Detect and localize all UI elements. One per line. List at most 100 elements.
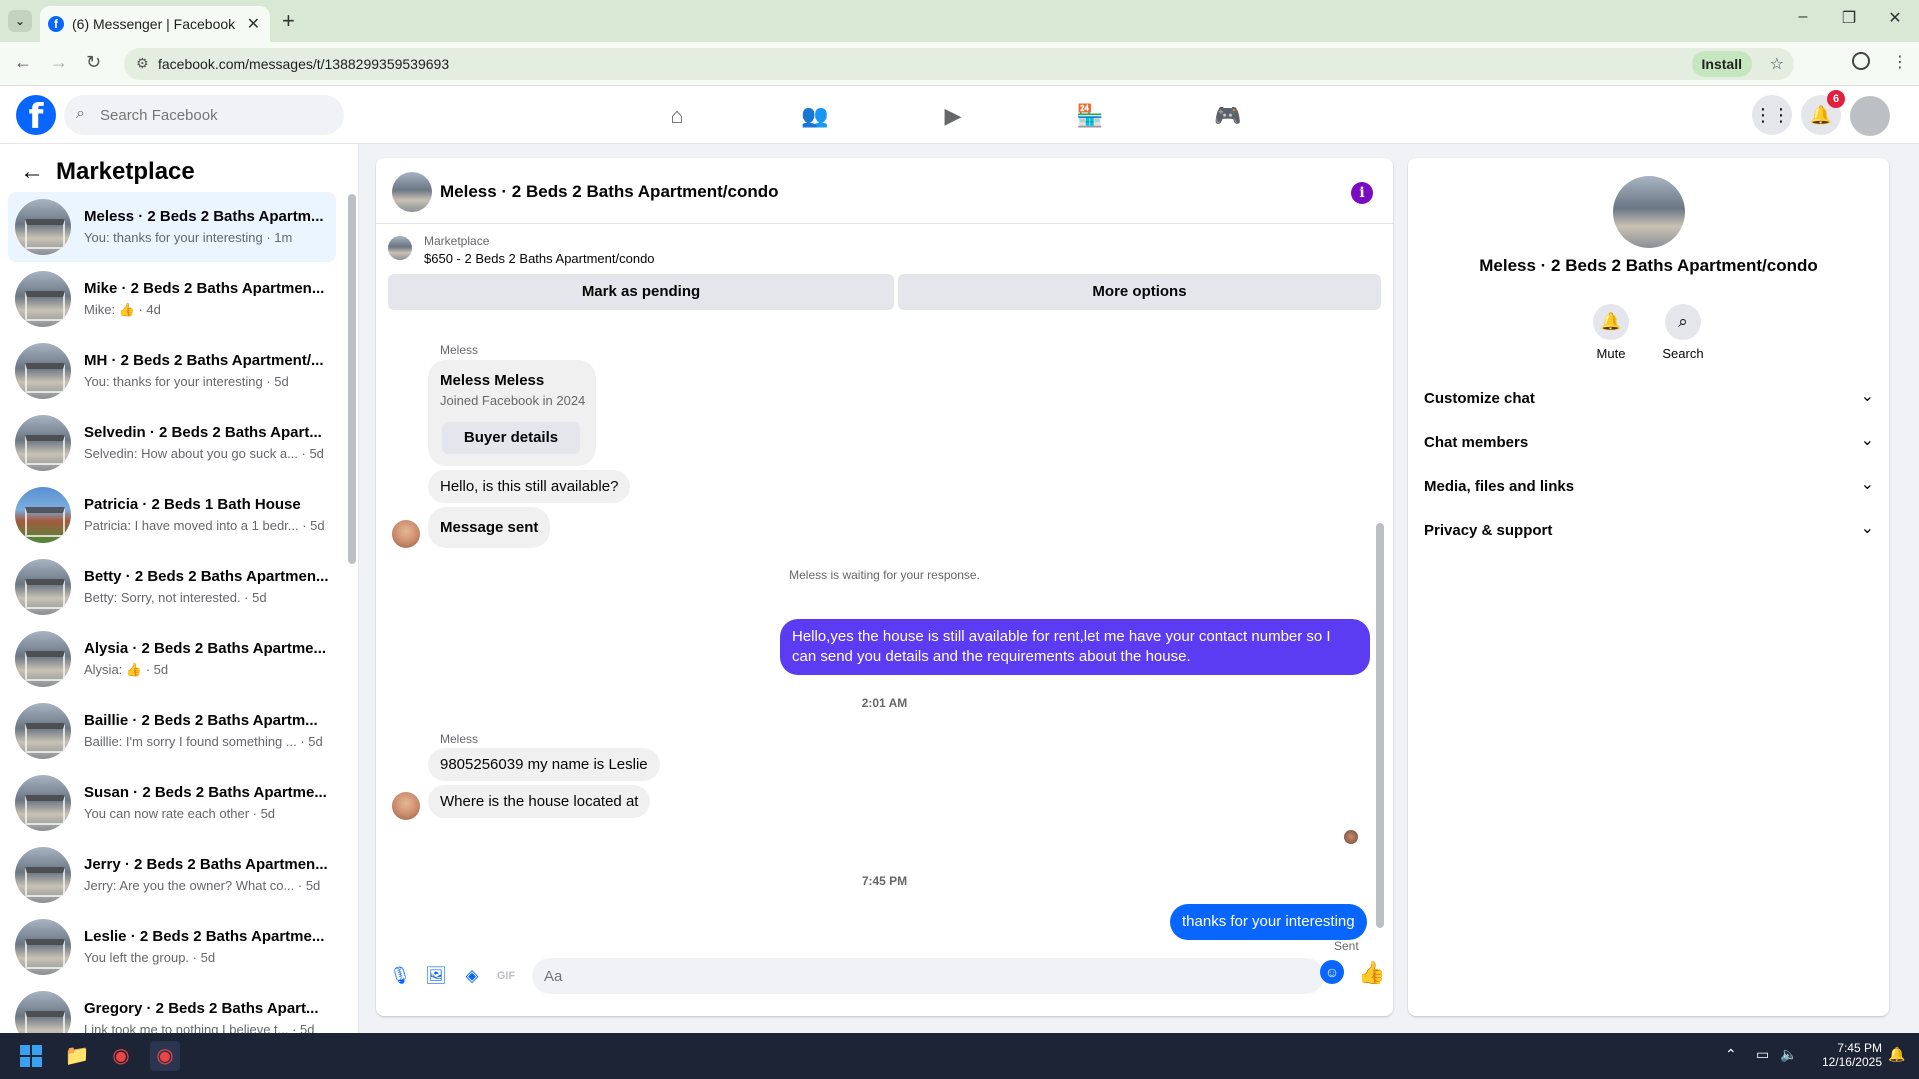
volume-icon[interactable]: 🔈 — [1780, 1046, 1797, 1063]
more-options-button[interactable]: More options — [898, 274, 1381, 310]
mute-button[interactable]: 🔔 Mute — [1576, 304, 1646, 361]
clock-date: 12/16/2025 — [1821, 1055, 1882, 1069]
gif-icon[interactable]: GIF — [494, 964, 518, 988]
minimize-button[interactable]: – — [1780, 8, 1826, 26]
conversation-item[interactable]: Betty · 2 Beds 2 Baths Apartmen... Betty… — [8, 552, 336, 622]
conversation-item[interactable]: Meless · 2 Beds 2 Baths Apartm... You: t… — [8, 192, 336, 262]
mark-as-pending-button[interactable]: Mark as pending — [388, 274, 894, 310]
tab-search-chevron-icon[interactable]: ⌄ — [8, 10, 32, 32]
avatar[interactable] — [392, 172, 432, 212]
avatar[interactable] — [392, 520, 420, 548]
video-icon[interactable]: ▶ — [933, 96, 973, 136]
incoming-message[interactable]: Hello, is this still available? — [428, 470, 631, 503]
chevron-down-icon: ⌄ — [1860, 432, 1874, 449]
conversation-preview: Baillie: I'm sorry I found something ...… — [84, 734, 323, 749]
conversation-preview: You can now rate each other · 5d — [84, 806, 276, 821]
emoji-icon[interactable]: ☺ — [1320, 960, 1344, 984]
chrome-profile-icon[interactable] — [1852, 52, 1870, 70]
incoming-message[interactable]: Message sent — [428, 507, 551, 548]
avatar[interactable] — [1613, 176, 1685, 248]
chrome-active-icon[interactable]: ◉ — [150, 1041, 180, 1071]
conversation-item[interactable]: Gregory · 2 Beds 2 Baths Apart... Link t… — [8, 984, 336, 1033]
conversation-item[interactable]: Jerry · 2 Beds 2 Baths Apartmen... Jerry… — [8, 840, 336, 910]
reload-button[interactable]: ↻ — [86, 52, 101, 73]
section-customize-chat[interactable]: Customize chat ⌄ — [1424, 382, 1874, 418]
notification-bell-icon[interactable]: 🔔 — [1888, 1046, 1905, 1063]
chat-title[interactable]: Meless · 2 Beds 2 Baths Apartment/condo — [440, 182, 779, 202]
search-input[interactable] — [100, 95, 330, 135]
incoming-message[interactable]: 9805256039 my name is Leslie — [428, 748, 660, 781]
info-icon[interactable]: i — [1351, 182, 1373, 204]
microphone-icon[interactable]: 🎙 — [388, 964, 412, 988]
clock[interactable]: 7:45 PM 12/16/2025 — [1820, 1041, 1882, 1069]
search-icon: ⌕ — [1665, 304, 1701, 340]
close-window-button[interactable]: ✕ — [1872, 8, 1918, 28]
forward-button[interactable]: → — [50, 52, 68, 73]
file-explorer-icon[interactable]: 📁 — [62, 1041, 92, 1071]
conversation-item[interactable]: Leslie · 2 Beds 2 Baths Apartme... You l… — [8, 912, 336, 982]
section-privacy-support[interactable]: Privacy & support ⌄ — [1424, 514, 1874, 550]
conversation-item[interactable]: Baillie · 2 Beds 2 Baths Apartm... Baill… — [8, 696, 336, 766]
network-icon[interactable]: ▭ — [1756, 1046, 1769, 1063]
conversation-item[interactable]: Alysia · 2 Beds 2 Baths Apartme... Alysi… — [8, 624, 336, 694]
like-icon[interactable]: 👍 — [1358, 960, 1385, 986]
marketplace-label: Marketplace — [424, 234, 490, 248]
listing-title[interactable]: $650 - 2 Beds 2 Baths Apartment/condo — [424, 251, 655, 266]
chevron-down-icon: ⌄ — [1860, 388, 1874, 405]
windows-start-icon[interactable] — [20, 1045, 42, 1067]
buyer-profile-card: Meless Meless Joined Facebook in 2024 Bu… — [428, 360, 596, 466]
avatar — [15, 271, 71, 327]
back-arrow-icon[interactable]: ← — [20, 158, 44, 186]
photo-icon[interactable]: 🖼 — [424, 964, 448, 988]
incoming-message[interactable]: Where is the house located at — [428, 785, 651, 818]
listing-thumbnail[interactable] — [388, 236, 412, 260]
outgoing-message[interactable]: Hello,yes the house is still available f… — [780, 619, 1370, 675]
avatar[interactable] — [392, 792, 420, 820]
conversation-list-panel: ← Marketplace Meless · 2 Beds 2 Baths Ap… — [0, 144, 359, 1033]
facebook-logo[interactable]: f — [16, 95, 56, 137]
search-box[interactable]: ⌕ — [64, 95, 344, 135]
new-tab-button[interactable]: + — [282, 8, 295, 34]
timestamp: 2:01 AM — [861, 696, 908, 710]
conversation-preview: You: thanks for your interesting · 1m — [84, 230, 293, 245]
sender-name: Meless — [440, 343, 479, 357]
buyer-details-button[interactable]: Buyer details — [442, 422, 580, 454]
address-bar[interactable]: ⚙ facebook.com/messages/t/13882993595396… — [124, 48, 1794, 80]
conversation-name: Alysia · 2 Beds 2 Baths Apartme... — [84, 640, 327, 657]
conversation-name: Mike · 2 Beds 2 Baths Apartmen... — [84, 280, 325, 297]
chat-scrollbar[interactable] — [1376, 523, 1384, 928]
maximize-button[interactable]: ❐ — [1826, 8, 1872, 28]
message-input[interactable] — [544, 958, 1244, 994]
back-button[interactable]: ← — [14, 52, 32, 73]
section-chat-members[interactable]: Chat members ⌄ — [1424, 426, 1874, 462]
conversation-name: MH · 2 Beds 2 Baths Apartment/... — [84, 352, 324, 369]
conversation-item[interactable]: MH · 2 Beds 2 Baths Apartment/... You: t… — [8, 336, 336, 406]
outgoing-message[interactable]: thanks for your interesting — [1170, 904, 1367, 940]
conversation-item[interactable]: Mike · 2 Beds 2 Baths Apartmen... Mike: … — [8, 264, 336, 334]
menu-grid-icon[interactable]: ⋮⋮ — [1752, 95, 1792, 135]
tray-chevron-icon[interactable]: ⌃ — [1725, 1046, 1737, 1063]
browser-tab[interactable]: f (6) Messenger | Facebook ✕ — [40, 6, 270, 42]
install-button[interactable]: Install — [1691, 51, 1752, 77]
home-icon[interactable]: ⌂ — [657, 96, 697, 136]
url-text[interactable]: facebook.com/messages/t/1388299359539693 — [158, 56, 449, 72]
search-button[interactable]: ⌕ Search — [1648, 304, 1718, 361]
section-label: Customize chat — [1424, 390, 1535, 407]
bookmark-star-icon[interactable]: ☆ — [1770, 54, 1784, 74]
list-scrollbar[interactable] — [348, 194, 356, 564]
friends-icon[interactable]: 👥 — [795, 96, 835, 136]
conversation-item[interactable]: Selvedin · 2 Beds 2 Baths Apart... Selve… — [8, 408, 336, 478]
chrome-menu-icon[interactable]: ⋮ — [1892, 52, 1908, 72]
tab-close-icon[interactable]: ✕ — [247, 14, 260, 34]
marketplace-icon[interactable]: 🏪 — [1070, 96, 1110, 136]
conversation-item[interactable]: Susan · 2 Beds 2 Baths Apartme... You ca… — [8, 768, 336, 838]
conversation-preview: Selvedin: How about you go suck a... · 5… — [84, 446, 324, 461]
sticker-icon[interactable]: ◈ — [460, 964, 484, 988]
account-avatar[interactable] — [1850, 96, 1890, 136]
site-info-icon[interactable]: ⚙ — [136, 55, 149, 72]
chrome-icon[interactable]: ◉ — [106, 1041, 136, 1071]
message-input-box[interactable] — [532, 958, 1324, 994]
section-media-files-links[interactable]: Media, files and links ⌄ — [1424, 470, 1874, 506]
gaming-icon[interactable]: 🎮 — [1208, 96, 1248, 136]
conversation-item[interactable]: Patricia · 2 Beds 1 Bath House Patricia:… — [8, 480, 336, 550]
